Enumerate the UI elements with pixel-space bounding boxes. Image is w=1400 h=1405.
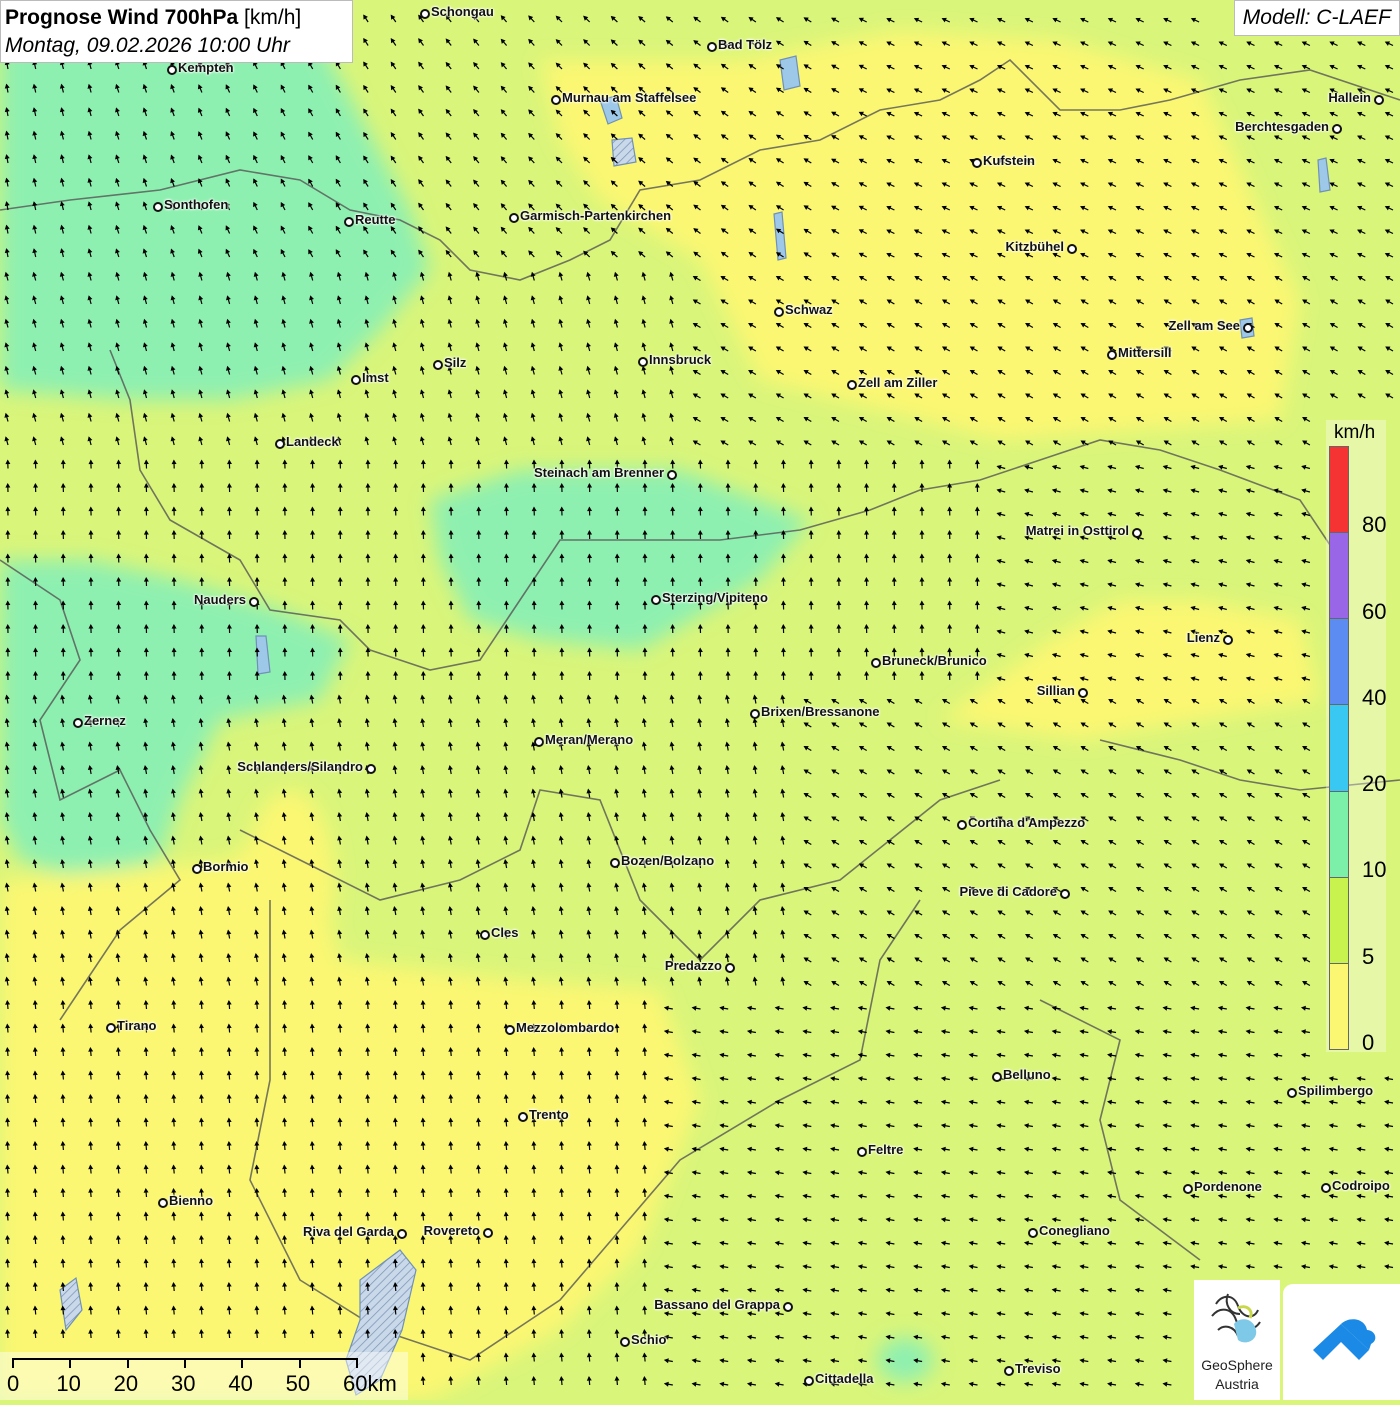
calm-spot-bormio <box>245 790 335 970</box>
lake-walchensee <box>780 56 800 90</box>
moderate-spot-treviso <box>877 1338 933 1382</box>
